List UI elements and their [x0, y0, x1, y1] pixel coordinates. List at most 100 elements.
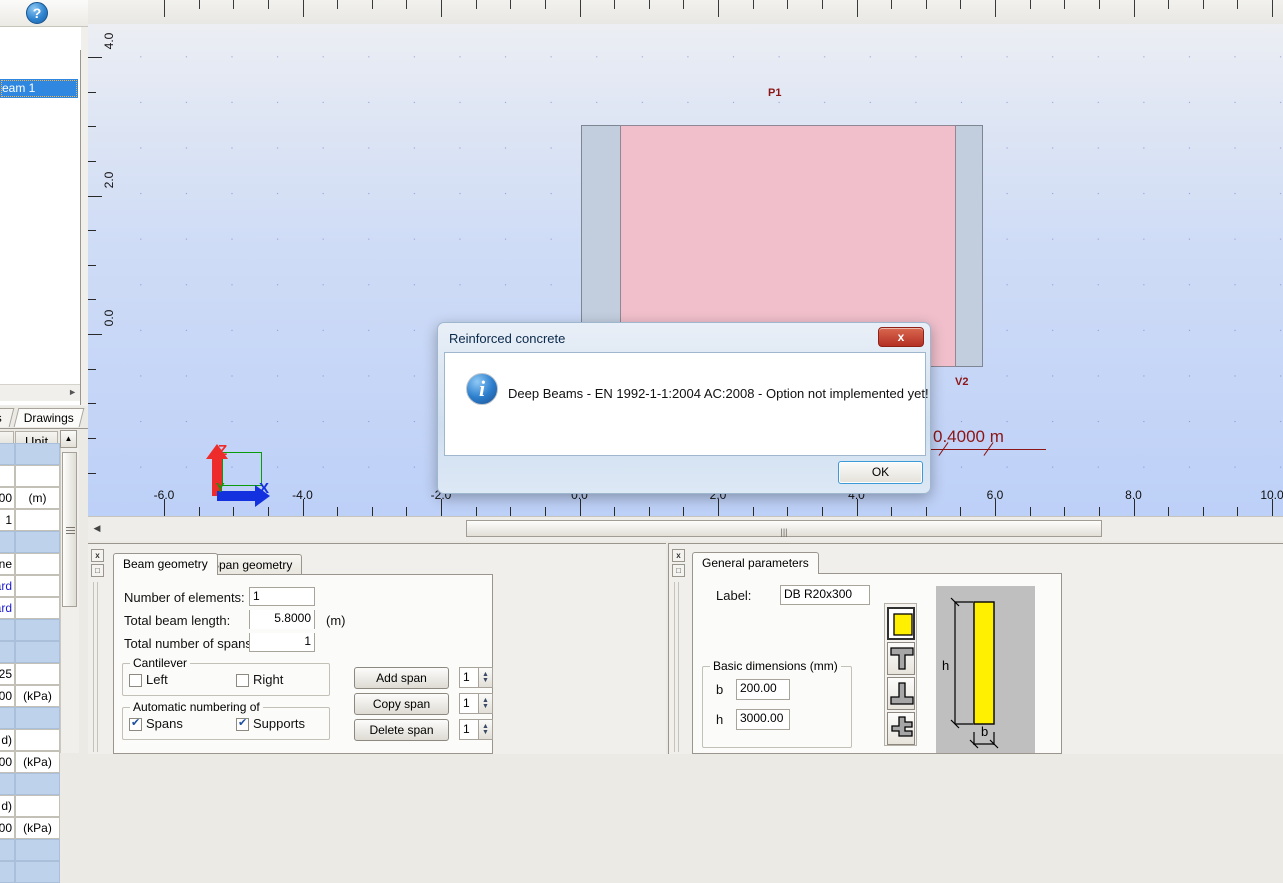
table-row[interactable]: ard [0, 597, 60, 619]
table-row[interactable] [0, 531, 60, 553]
view-hscrollbar[interactable]: ◀ ||| [88, 516, 1283, 541]
table-cell-value[interactable]: 00 [0, 817, 15, 839]
scrollbar-thumb[interactable] [62, 452, 77, 607]
list-item-beam[interactable]: eam 1 [0, 79, 78, 98]
table-cell-value[interactable] [0, 531, 15, 553]
cantilever-left-checkbox[interactable] [129, 674, 142, 687]
tab-general-parameters[interactable]: General parameters [692, 552, 819, 574]
table-cell-unit[interactable] [15, 619, 60, 641]
table-cell-value[interactable]: 25 [0, 663, 15, 685]
table-cell-value[interactable]: 00 [0, 487, 15, 509]
table-cell-value[interactable] [0, 641, 15, 663]
table-row[interactable] [0, 641, 60, 663]
numbering-spans-checkbox[interactable] [129, 716, 142, 731]
delete-span-count-stepper[interactable]: 1 ▲ ▼ [459, 719, 493, 740]
copy-span-count-stepper[interactable]: 1 ▲ ▼ [459, 693, 493, 714]
table-row[interactable] [0, 707, 60, 729]
table-row[interactable] [0, 465, 60, 487]
table-cell-unit[interactable]: (kPa) [15, 751, 60, 773]
stepper-arrows-icon[interactable]: ▲ ▼ [478, 719, 493, 740]
number-of-elements-input[interactable]: 1 [249, 587, 315, 606]
table-row[interactable]: 1 [0, 509, 60, 531]
table-cell-value[interactable] [0, 619, 15, 641]
table-cell-value[interactable]: d) [0, 729, 15, 751]
tab-fragment[interactable]: s [0, 408, 15, 427]
scroll-right-icon[interactable]: ► [68, 387, 77, 397]
numbering-supports-checkbox[interactable] [236, 716, 249, 731]
scroll-left-icon[interactable]: ◀ [89, 519, 105, 538]
table-cell-unit[interactable] [15, 795, 60, 817]
table-row[interactable]: 25 [0, 663, 60, 685]
table-cell-unit[interactable] [15, 509, 60, 531]
hscrollbar-thumb[interactable]: ||| [466, 520, 1102, 537]
cantilever-right-checkbox[interactable] [236, 674, 249, 687]
tab-drawings[interactable]: Drawings [13, 408, 85, 427]
table-cell-unit[interactable]: (kPa) [15, 817, 60, 839]
table-cell-unit[interactable] [15, 597, 60, 619]
table-row[interactable]: d) [0, 729, 60, 751]
stepper-arrows-icon[interactable]: ▲ ▼ [478, 693, 493, 714]
table-row[interactable]: ne [0, 553, 60, 575]
table-scroll-up-icon[interactable]: ▲ [60, 430, 77, 448]
table-vscrollbar[interactable] [60, 448, 79, 753]
table-row[interactable]: 00(kPa) [0, 685, 60, 707]
add-span-button[interactable]: Add span [354, 667, 449, 689]
table-row[interactable] [0, 619, 60, 641]
table-cell-unit[interactable] [15, 663, 60, 685]
table-cell-unit[interactable] [15, 465, 60, 487]
object-list-hscrollbar[interactable]: ► [0, 384, 80, 401]
t-section-button[interactable] [887, 642, 915, 675]
table-cell-unit[interactable] [15, 531, 60, 553]
table-row[interactable] [0, 839, 60, 861]
total-number-of-spans-input[interactable]: 1 [249, 633, 315, 652]
table-cell-value[interactable] [0, 465, 15, 487]
label-input[interactable]: DB R20x300 [780, 585, 870, 605]
panel-close-icon[interactable]: x [672, 549, 685, 562]
rectangular-section-button[interactable] [887, 607, 915, 640]
table-cell-unit[interactable] [15, 861, 60, 883]
table-cell-unit[interactable]: (kPa) [15, 685, 60, 707]
table-row[interactable] [0, 773, 60, 795]
table-cell-value[interactable]: ard [0, 575, 15, 597]
help-icon[interactable]: ? [26, 2, 48, 24]
table-cell-unit[interactable] [15, 641, 60, 663]
table-row[interactable]: d) [0, 795, 60, 817]
table-cell-value[interactable]: 1 [0, 509, 15, 531]
panel-restore-icon[interactable]: □ [672, 564, 685, 577]
table-row[interactable]: 00(m) [0, 487, 60, 509]
copy-span-button[interactable]: Copy span [354, 693, 449, 715]
table-cell-value[interactable]: 00 [0, 751, 15, 773]
stepper-arrows-icon[interactable]: ▲ ▼ [478, 667, 493, 688]
panel-drag-grip[interactable] [93, 582, 101, 752]
table-cell-value[interactable]: ard [0, 597, 15, 619]
tab-beam-geometry[interactable]: Beam geometry [113, 553, 218, 575]
reinforced-concrete-dialog[interactable]: Reinforced concrete x OK [437, 322, 931, 494]
panel-restore-icon[interactable]: □ [91, 564, 104, 577]
object-list[interactable]: eam 1 [0, 50, 81, 405]
panel-close-icon[interactable]: x [91, 549, 104, 562]
inverted-t-section-button[interactable] [887, 677, 915, 710]
table-cell-unit[interactable] [15, 729, 60, 751]
table-cell-unit[interactable]: (m) [15, 487, 60, 509]
table-cell-value[interactable]: d) [0, 795, 15, 817]
dimension-b-input[interactable]: 200.00 [736, 679, 790, 700]
properties-table[interactable]: 00(m)1neardard2500(kPa)d)00(kPa)d)00(kPa… [0, 443, 60, 883]
table-cell-value[interactable] [0, 443, 15, 465]
table-cell-unit[interactable] [15, 707, 60, 729]
table-cell-value[interactable]: ne [0, 553, 15, 575]
table-row[interactable]: 00(kPa) [0, 751, 60, 773]
panel-drag-grip[interactable] [674, 582, 682, 752]
table-cell-value[interactable] [0, 773, 15, 795]
total-beam-length-input[interactable]: 5.8000 [249, 610, 315, 629]
close-icon[interactable]: x [878, 327, 924, 347]
table-row[interactable]: 00(kPa) [0, 817, 60, 839]
table-cell-unit[interactable] [15, 443, 60, 465]
table-cell-value[interactable] [0, 861, 15, 883]
stepped-section-button[interactable] [887, 712, 915, 745]
table-cell-unit[interactable] [15, 575, 60, 597]
table-cell-value[interactable]: 00 [0, 685, 15, 707]
right-support-block[interactable] [955, 125, 983, 367]
table-cell-value[interactable] [0, 707, 15, 729]
table-row[interactable]: ard [0, 575, 60, 597]
ok-button[interactable]: OK [838, 461, 923, 484]
